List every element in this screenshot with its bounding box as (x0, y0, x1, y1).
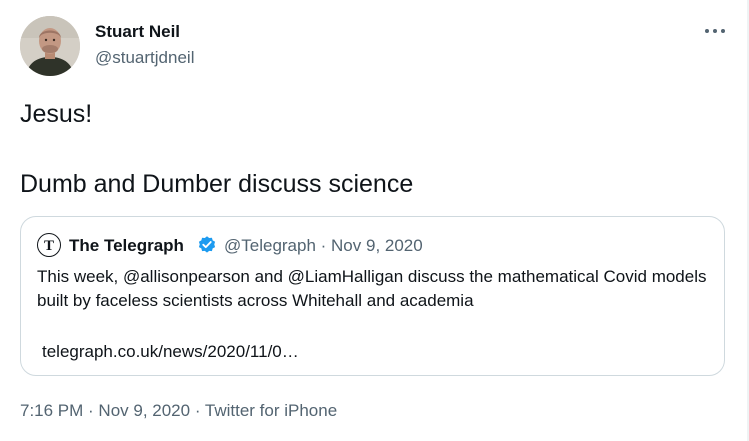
author-name[interactable]: Stuart Neil (95, 22, 180, 42)
svg-text:T: T (44, 238, 54, 254)
tweet: Stuart Neil @stuartjdneil Jesus! Dumb an… (0, 0, 749, 441)
verified-badge-icon (198, 236, 216, 253)
quoted-handle-date[interactable]: @Telegraph · Nov 9, 2020 (224, 236, 423, 256)
quoted-avatar[interactable]: T (37, 233, 61, 257)
quoted-tweet-text: This week, @allisonpearson and @LiamHall… (37, 267, 707, 310)
more-options-button[interactable] (700, 18, 730, 44)
author-handle[interactable]: @stuartjdneil (95, 48, 194, 68)
tweet-timestamp[interactable]: 7:16 PM · Nov 9, 2020 · Twitter for iPho… (20, 401, 337, 421)
quoted-link[interactable]: telegraph.co.uk/news/2020/11/0… (42, 342, 299, 362)
verified-badge (197, 235, 217, 255)
quoted-author-name[interactable]: The Telegraph (69, 236, 184, 256)
quoted-tweet-card[interactable]: T The Telegraph @Telegraph · Nov 9, 2020… (20, 216, 725, 376)
tweet-text-line: Jesus! (20, 100, 93, 128)
avatar[interactable] (20, 16, 80, 76)
telegraph-logo-icon: T (37, 233, 61, 257)
tweet-text-line: Dumb and Dumber discuss science (20, 170, 414, 198)
profile-photo (20, 16, 80, 76)
more-horizontal-icon (705, 29, 725, 33)
